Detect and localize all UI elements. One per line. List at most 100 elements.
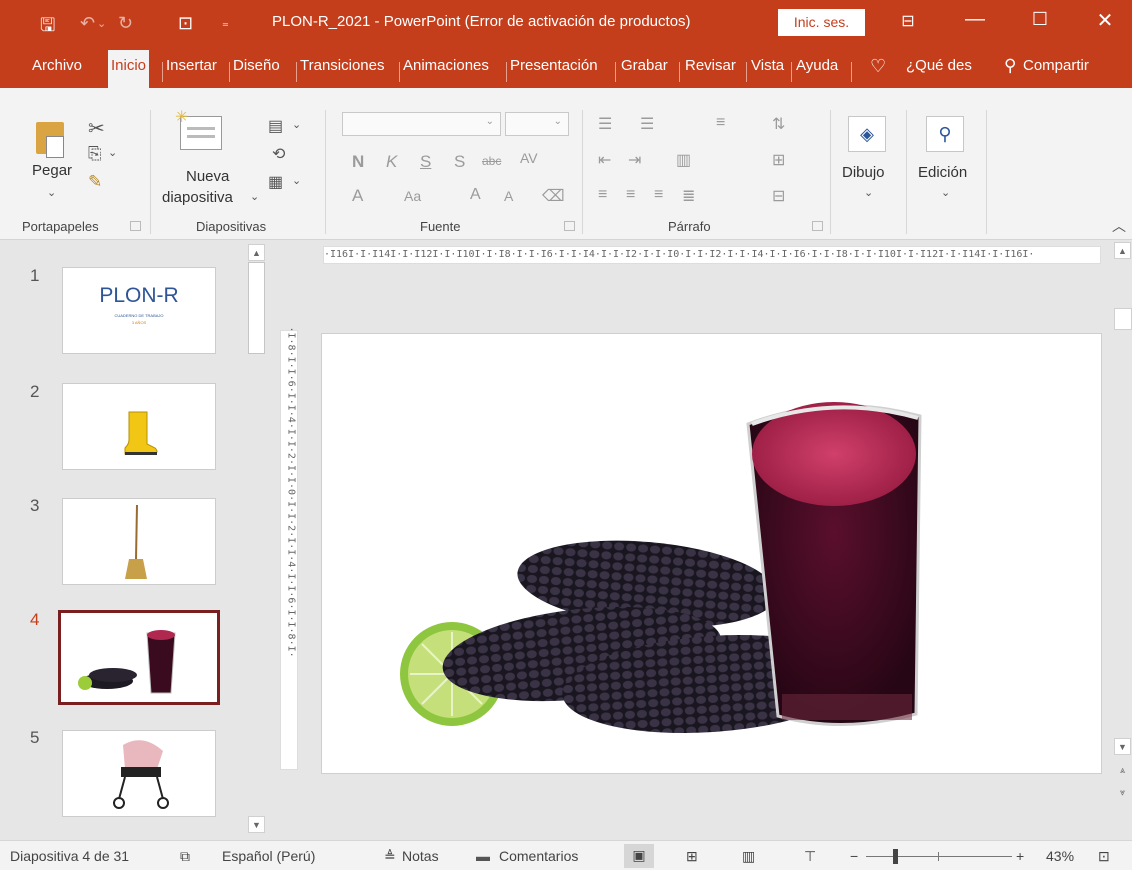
tab-archivo[interactable]: Archivo xyxy=(32,44,82,88)
numbering-icon[interactable]: ☰ xyxy=(640,114,654,134)
drawing-dropdown-icon[interactable]: ⌄ xyxy=(864,186,873,199)
tab-vista[interactable]: Vista xyxy=(751,44,784,88)
slide-thumbnail-5[interactable] xyxy=(62,730,216,817)
tell-me-search[interactable]: ¿Qué des xyxy=(906,44,972,88)
tab-grabar[interactable]: Grabar xyxy=(621,44,668,88)
thumbnail-scrollbar[interactable]: ▲ ▼ xyxy=(246,244,267,834)
font-launcher-icon[interactable] xyxy=(564,221,575,231)
layout-dropdown-icon[interactable]: ⌄ xyxy=(292,118,301,131)
share-person-icon[interactable]: ⚲ xyxy=(1004,44,1016,88)
undo-dropdown-icon[interactable]: ⌄ xyxy=(97,17,106,30)
scroll-thumb[interactable] xyxy=(1114,308,1132,330)
decrease-font-icon[interactable]: A xyxy=(504,188,513,204)
paragraph-launcher-icon[interactable] xyxy=(812,221,823,231)
comments-icon[interactable]: ▬ xyxy=(476,848,490,864)
tab-transiciones[interactable]: Transiciones xyxy=(300,44,384,88)
slide-sorter-icon[interactable]: ⊞ xyxy=(686,848,698,865)
reading-view-icon[interactable]: ▥ xyxy=(742,848,755,865)
current-slide[interactable] xyxy=(321,333,1102,774)
cut-icon[interactable]: ✂ xyxy=(88,116,105,141)
sign-in-button[interactable]: Inic. ses. xyxy=(778,9,865,36)
save-icon[interactable]: 🖫 xyxy=(40,13,55,43)
tab-inicio[interactable]: Inicio xyxy=(108,50,150,88)
char-spacing-button[interactable]: AV xyxy=(520,150,538,166)
font-color-icon[interactable]: A xyxy=(352,186,363,206)
spelling-icon[interactable]: ⧉ xyxy=(180,848,190,865)
previous-slide-icon[interactable]: ⩓ xyxy=(1114,762,1131,779)
normal-view-icon[interactable]: ▣ xyxy=(624,844,654,868)
align-right-icon[interactable]: ≡ xyxy=(654,186,663,204)
decrease-indent-icon[interactable]: ⇤ xyxy=(598,150,611,170)
paste-button[interactable]: Pegar xyxy=(32,162,72,179)
language-indicator[interactable]: Español (Perú) xyxy=(222,848,315,864)
zoom-slider-thumb[interactable] xyxy=(893,849,898,864)
paste-clipboard-icon[interactable] xyxy=(36,122,64,158)
zoom-in-button[interactable]: + xyxy=(1016,848,1024,864)
tab-revisar[interactable]: Revisar xyxy=(685,44,736,88)
scroll-up-icon[interactable]: ▲ xyxy=(1114,242,1131,259)
tab-presentacion[interactable]: Presentación xyxy=(510,44,598,88)
copy-dropdown-icon[interactable]: ⌄ xyxy=(108,146,117,159)
tab-animaciones[interactable]: Animaciones xyxy=(403,44,489,88)
new-slide-dropdown-icon[interactable]: ⌄ xyxy=(250,190,259,203)
slide-thumbnail-3[interactable] xyxy=(62,498,216,585)
copy-icon[interactable]: ⎘ xyxy=(88,144,102,164)
present-from-start-icon[interactable]: ⊡ xyxy=(178,13,193,34)
drawing-button[interactable]: Dibujo xyxy=(842,164,885,181)
text-direction-icon[interactable]: ⇅ xyxy=(772,114,785,134)
align-text-icon[interactable]: ⊞ xyxy=(772,150,785,170)
scroll-thumb[interactable] xyxy=(248,262,265,354)
notes-button[interactable]: Notas xyxy=(402,848,439,864)
justify-icon[interactable]: ≣ xyxy=(682,186,695,206)
notes-icon[interactable]: ≜ xyxy=(384,848,396,865)
scroll-up-icon[interactable]: ▲ xyxy=(248,244,265,261)
fit-to-window-icon[interactable]: ⊡ xyxy=(1098,848,1110,865)
italic-button[interactable]: K xyxy=(386,152,397,172)
zoom-level[interactable]: 43% xyxy=(1046,848,1074,864)
editor-scrollbar[interactable]: ▲ ▼ ⩓ ⩔ xyxy=(1113,240,1132,840)
minimize-icon[interactable]: — xyxy=(955,8,995,31)
new-slide-icon[interactable]: ✳ xyxy=(175,109,222,150)
bullets-icon[interactable]: ☰ xyxy=(598,114,612,134)
tab-insertar[interactable]: Insertar xyxy=(166,44,217,88)
scroll-down-icon[interactable]: ▼ xyxy=(248,816,265,833)
search-icon[interactable]: ⚲ xyxy=(926,116,964,152)
align-left-icon[interactable]: ≡ xyxy=(598,186,607,204)
format-painter-icon[interactable]: ✎ xyxy=(88,172,102,192)
share-button[interactable]: Compartir xyxy=(1023,44,1089,88)
next-slide-icon[interactable]: ⩔ xyxy=(1114,784,1131,801)
zoom-out-button[interactable]: − xyxy=(850,848,858,864)
close-icon[interactable]: ✕ xyxy=(1085,8,1125,33)
change-case-icon[interactable]: Aa xyxy=(404,188,421,204)
underline-button[interactable]: S xyxy=(420,152,431,172)
bold-button[interactable]: N xyxy=(352,152,364,172)
undo-icon[interactable]: ↶ xyxy=(80,13,95,34)
zoom-slider-track[interactable] xyxy=(866,856,1012,857)
maximize-icon[interactable]: ☐ xyxy=(1020,9,1060,30)
increase-font-icon[interactable]: A xyxy=(470,186,481,204)
slide-thumbnail-1[interactable]: PLON-R CUADERNO DE TRABAJO 3 AÑOS xyxy=(62,267,216,354)
editing-button[interactable]: Edición xyxy=(918,164,967,181)
section-icon[interactable]: ▦ xyxy=(268,172,283,192)
new-slide-button[interactable]: Nueva xyxy=(186,168,229,185)
collapse-ribbon-icon[interactable]: ︿ xyxy=(1112,216,1126,236)
paste-dropdown-icon[interactable]: ⌄ xyxy=(47,186,56,199)
increase-indent-icon[interactable]: ⇥ xyxy=(628,150,641,170)
ribbon-display-options-icon[interactable]: ⊟ xyxy=(888,11,928,31)
comments-button[interactable]: Comentarios xyxy=(499,848,578,864)
scroll-down-icon[interactable]: ▼ xyxy=(1114,738,1131,755)
slide-counter[interactable]: Diapositiva 4 de 31 xyxy=(10,848,129,864)
new-slide-button-line2[interactable]: diapositiva xyxy=(162,189,233,206)
strikethrough-button[interactable]: abc xyxy=(482,154,501,168)
tab-ayuda[interactable]: Ayuda xyxy=(796,44,838,88)
shadow-button[interactable]: S xyxy=(454,152,465,172)
clipboard-launcher-icon[interactable] xyxy=(130,221,141,231)
slideshow-view-icon[interactable]: ⊤ xyxy=(804,848,816,865)
font-name-combo[interactable]: ⌄ xyxy=(342,112,501,136)
drawing-shapes-icon[interactable]: ◈ xyxy=(848,116,886,152)
reset-slide-icon[interactable]: ⟲ xyxy=(272,144,285,164)
tab-diseno[interactable]: Diseño xyxy=(233,44,280,88)
section-dropdown-icon[interactable]: ⌄ xyxy=(292,174,301,187)
lightbulb-icon[interactable]: ♡ xyxy=(870,44,886,88)
line-spacing-icon[interactable]: ≡ xyxy=(716,114,725,132)
